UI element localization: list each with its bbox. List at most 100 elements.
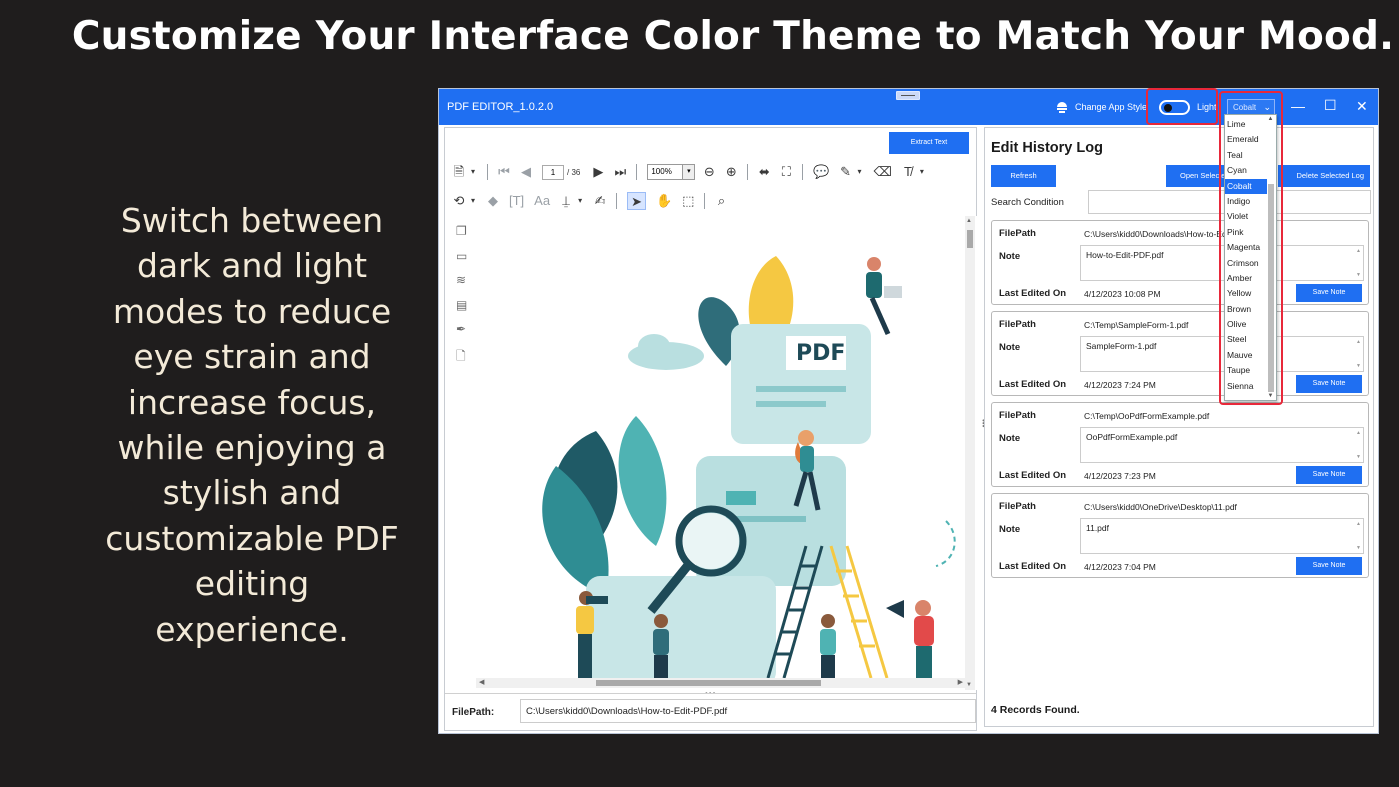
- save-note-button[interactable]: Save Note: [1296, 466, 1362, 484]
- maximize-button[interactable]: ☐: [1324, 97, 1337, 114]
- record-last-edited-label: Last Edited On: [999, 470, 1067, 481]
- save-note-button[interactable]: Save Note: [1296, 557, 1362, 575]
- theme-option[interactable]: Amber: [1225, 271, 1267, 286]
- record-note-field[interactable]: How-to-Edit-PDF.pdf ▲ ▼: [1080, 245, 1364, 281]
- close-button[interactable]: ✕: [1356, 98, 1368, 115]
- drag-handle[interactable]: [896, 91, 920, 100]
- theme-option[interactable]: Cobalt: [1225, 178, 1267, 194]
- theme-option[interactable]: Olive: [1225, 317, 1267, 332]
- theme-option[interactable]: Crimson: [1225, 256, 1267, 271]
- history-record-card[interactable]: FilePath C:\Temp\SampleForm-1.pdf Note Samp…: [991, 311, 1369, 396]
- signatures-icon[interactable]: ✒: [456, 322, 470, 347]
- record-note-field[interactable]: 11.pdf ▲ ▼: [1080, 518, 1364, 554]
- refresh-button[interactable]: Refresh: [991, 165, 1056, 187]
- theme-option[interactable]: Violet: [1225, 209, 1267, 224]
- theme-option[interactable]: Yellow: [1225, 286, 1267, 301]
- file-menu-icon[interactable]: 🗎: [453, 163, 465, 181]
- text-markup-icon[interactable]: T̸: [902, 163, 914, 181]
- history-record-card[interactable]: FilePath C:\Users\kidd0\Downloads\How-to-…: [991, 220, 1369, 305]
- theme-option[interactable]: Pink: [1225, 225, 1267, 240]
- highlight-pen-icon[interactable]: ✎: [840, 163, 852, 181]
- change-app-style-label[interactable]: Change App Style: [1075, 102, 1147, 112]
- fit-width-icon[interactable]: ⬌: [758, 163, 770, 181]
- blurb-line: eye strain and: [133, 337, 371, 377]
- document-view[interactable]: PDF: [476, 216, 977, 690]
- pdf-viewer-panel: Extract Text 🗎 ▾ ⏮ ◀ 1 / 36 ▶ ⏭ 100% ▾ ⊖ …: [444, 127, 977, 731]
- theme-option[interactable]: Brown: [1225, 302, 1267, 317]
- theme-option[interactable]: Mauve: [1225, 348, 1267, 363]
- previous-page-icon[interactable]: ◀: [520, 163, 532, 181]
- viewer-vertical-scrollbar[interactable]: ▲ ▼: [965, 216, 975, 690]
- extract-text-button[interactable]: Extract Text: [889, 132, 969, 154]
- theme-option[interactable]: Taupe: [1225, 363, 1267, 378]
- blurb-line: modes to reduce: [112, 291, 392, 331]
- stamp-icon[interactable]: ⍊: [560, 192, 572, 210]
- history-title: Edit History Log: [991, 140, 1103, 156]
- record-note-value: 11.pdf: [1086, 523, 1110, 533]
- file-menu-dropdown-icon[interactable]: ▾: [467, 163, 479, 181]
- shape-tool-icon[interactable]: ⟲: [453, 192, 465, 210]
- font-icon[interactable]: Aa: [534, 192, 550, 210]
- pdf-page-illustration: PDF: [542, 256, 956, 678]
- theme-option[interactable]: Lime: [1225, 117, 1267, 132]
- record-note-field[interactable]: SampleForm-1.pdf ▲ ▼: [1080, 336, 1364, 372]
- filepath-field[interactable]: C:\Users\kidd0\Downloads\How-to-Edit-PDF…: [520, 699, 976, 723]
- theme-list-scrollbar[interactable]: ▲ ▼: [1266, 116, 1275, 399]
- theme-option[interactable]: Emerald: [1225, 132, 1267, 147]
- first-page-icon[interactable]: ⏮: [498, 163, 510, 181]
- theme-option[interactable]: Magenta: [1225, 240, 1267, 255]
- zoom-dropdown-icon: ▾: [682, 165, 695, 179]
- record-filepath-label: FilePath: [999, 228, 1036, 239]
- marquee-zoom-icon[interactable]: ⬚: [682, 192, 694, 210]
- theme-select[interactable]: Cobalt ⌄: [1227, 99, 1275, 115]
- eraser-icon[interactable]: ⌫: [874, 163, 892, 181]
- text-box-icon[interactable]: [T]: [509, 192, 524, 210]
- delete-selected-log-button[interactable]: Delete Selected Log: [1278, 165, 1370, 187]
- viewer-horizontal-scrollbar[interactable]: ◀ ▶: [476, 678, 966, 688]
- theme-dropdown-list[interactable]: Lime Emerald Teal Cyan Cobalt Indigo Violet Pin…: [1224, 114, 1277, 401]
- save-note-button[interactable]: Save Note: [1296, 284, 1362, 302]
- zoom-out-icon[interactable]: ⊖: [703, 163, 715, 181]
- zoom-in-icon[interactable]: ⊕: [725, 163, 737, 181]
- theme-option[interactable]: Indigo: [1225, 194, 1267, 209]
- fit-page-icon[interactable]: ⛶: [780, 163, 792, 181]
- history-record-card[interactable]: FilePath C:\Temp\OoPdfFormExample.pdf Note…: [991, 402, 1369, 487]
- record-filepath-value: C:\Temp\OoPdfFormExample.pdf: [1084, 411, 1210, 421]
- theme-option[interactable]: Teal: [1225, 148, 1267, 163]
- pages-icon[interactable]: ❐: [456, 224, 470, 249]
- window-title: PDF EDITOR_1.0.2.0: [447, 101, 554, 113]
- record-last-edited-value: 4/12/2023 7:23 PM: [1084, 471, 1156, 481]
- theme-option[interactable]: Cyan: [1225, 163, 1267, 178]
- history-record-card[interactable]: FilePath C:\Users\kidd0\OneDrive\Desktop\…: [991, 493, 1369, 578]
- page-number-input[interactable]: 1: [542, 164, 564, 180]
- theme-option[interactable]: Sienna: [1225, 379, 1267, 394]
- bookmarks-icon[interactable]: ▭: [456, 249, 470, 274]
- record-note-value: SampleForm-1.pdf: [1086, 341, 1157, 351]
- signature-icon[interactable]: ✍: [594, 192, 606, 210]
- app-style-icon[interactable]: [1055, 99, 1069, 114]
- save-note-button[interactable]: Save Note: [1296, 375, 1362, 393]
- pan-hand-icon[interactable]: ✋: [656, 192, 672, 210]
- minimize-button[interactable]: —: [1291, 98, 1305, 114]
- last-page-icon[interactable]: ⏭: [614, 163, 626, 181]
- fill-icon[interactable]: ◆: [487, 192, 499, 210]
- thumbnails-icon[interactable]: ▤: [456, 298, 470, 323]
- record-note-value: How-to-Edit-PDF.pdf: [1086, 250, 1164, 260]
- edit-history-panel: Edit History Log Refresh Open Selected D…: [984, 127, 1374, 727]
- text-markup-dropdown-icon[interactable]: ▾: [916, 163, 928, 181]
- record-last-edited-label: Last Edited On: [999, 379, 1067, 390]
- search-icon[interactable]: ⌕: [715, 192, 727, 210]
- stamp-dropdown-icon[interactable]: ▾: [574, 192, 586, 210]
- next-page-icon[interactable]: ▶: [592, 163, 604, 181]
- select-cursor-icon[interactable]: ➤: [627, 192, 646, 210]
- dark-light-toggle[interactable]: [1159, 100, 1190, 115]
- highlight-dropdown-icon[interactable]: ▾: [854, 163, 866, 181]
- shape-dropdown-icon[interactable]: ▾: [467, 192, 479, 210]
- record-note-value: OoPdfFormExample.pdf: [1086, 432, 1178, 442]
- attachments-icon[interactable]: 🗋: [456, 347, 470, 372]
- record-note-field[interactable]: OoPdfFormExample.pdf ▲ ▼: [1080, 427, 1364, 463]
- layers-icon[interactable]: ≋: [456, 273, 470, 298]
- theme-option[interactable]: Steel: [1225, 332, 1267, 347]
- zoom-select[interactable]: 100% ▾: [647, 164, 696, 180]
- comment-icon[interactable]: 💬: [813, 163, 829, 181]
